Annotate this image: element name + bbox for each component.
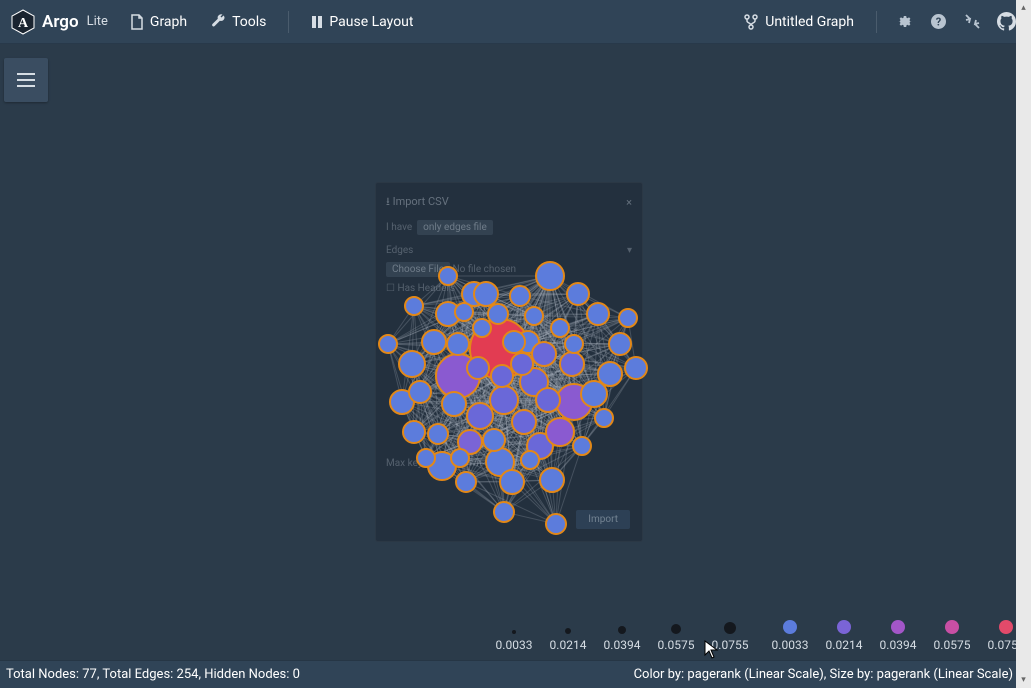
status-bar: Total Nodes: 77, Total Edges: 254, Hidde… — [0, 660, 1031, 688]
dialog-max-label: Max keywords shown — [386, 458, 482, 469]
legend-color-dot — [783, 620, 797, 634]
app-name: Argo — [42, 12, 79, 32]
size-legend-step: 0.0575 — [657, 624, 695, 652]
help-button[interactable]: ? — [923, 7, 953, 37]
legend-size-label: 0.0394 — [604, 638, 641, 652]
status-left: Total Nodes: 77, Total Edges: 254, Hidde… — [6, 667, 300, 682]
legend-size-label: 0.0755 — [712, 638, 749, 652]
legend-size-label: 0.0214 — [550, 638, 587, 652]
legend-size-dot — [618, 626, 626, 634]
legend-color-dot — [945, 620, 959, 634]
legend-color-dot — [891, 620, 905, 634]
app-logo-icon: A — [10, 9, 36, 35]
dialog-no-file: No file chosen — [453, 264, 517, 275]
app-logo[interactable]: A Argo Lite — [10, 9, 116, 35]
size-legend-step: 0.0033 — [495, 630, 533, 652]
menu-graph-label: Graph — [150, 14, 187, 30]
legend-color-dot — [999, 620, 1013, 634]
color-legend-step: 0.0575 — [933, 620, 971, 652]
size-legend-step: 0.0394 — [603, 626, 641, 652]
dialog-choose-file[interactable]: Choose File — [386, 262, 450, 277]
graph-title[interactable]: Untitled Graph — [733, 8, 864, 36]
status-hidden-label: , Hidden Nodes: — [198, 667, 292, 682]
scroll-down-icon[interactable]: ▾ — [1016, 672, 1031, 688]
dialog-max-value[interactable]: All Nodes — [487, 456, 542, 471]
size-legend-step: 0.0755 — [711, 622, 749, 652]
graph-canvas[interactable]: ⭳ Import CSV × I have only edges file Ed… — [0, 44, 1031, 660]
legend-size-dot — [565, 628, 571, 634]
header-right: Untitled Graph ? — [733, 7, 1021, 37]
size-legend: 0.0033 0.0214 0.0394 0.0575 0.0755 — [495, 622, 749, 652]
gear-icon — [896, 13, 913, 30]
collapse-button[interactable] — [957, 7, 987, 37]
legend-color-label: 0.0214 — [826, 638, 863, 652]
menu-divider — [288, 11, 289, 33]
legend-color-label: 0.0033 — [772, 638, 809, 652]
menu-tools-label: Tools — [232, 14, 266, 30]
settings-button[interactable] — [889, 7, 919, 37]
status-mapping: Color by: pagerank (Linear Scale), Size … — [634, 667, 1013, 682]
legend-color-label: 0.0575 — [934, 638, 971, 652]
help-icon: ? — [930, 13, 947, 30]
color-legend: 0.00330.02140.03940.05750.0755 — [771, 620, 1025, 652]
dialog-section: Edges — [386, 245, 413, 256]
header-divider — [876, 11, 877, 33]
legend-size-dot — [512, 630, 516, 634]
collapse-icon — [965, 14, 980, 29]
branch-icon — [743, 14, 759, 30]
svg-text:?: ? — [935, 16, 941, 29]
close-icon[interactable]: × — [626, 196, 632, 209]
pause-icon — [311, 15, 323, 29]
file-icon — [130, 14, 144, 30]
color-legend-step: 0.0214 — [825, 620, 863, 652]
legend-color-dot — [837, 620, 851, 634]
menu-pause-layout[interactable]: Pause Layout — [301, 8, 423, 36]
status-hidden: 0 — [293, 667, 300, 682]
status-nodes: 77 — [82, 667, 97, 682]
legend-size-dot — [724, 622, 736, 634]
app-suffix: Lite — [87, 14, 108, 29]
legend-size-label: 0.0033 — [496, 638, 533, 652]
import-csv-dialog: ⭳ Import CSV × I have only edges file Ed… — [375, 182, 643, 542]
status-edges-label: , Total Edges: — [97, 667, 177, 682]
scroll-up-icon[interactable]: ▴ — [1016, 0, 1031, 16]
status-right[interactable]: Color by: pagerank (Linear Scale), Size … — [634, 667, 1027, 682]
legend-size-label: 0.0575 — [658, 638, 695, 652]
dialog-ihave-value[interactable]: only edges file — [417, 220, 493, 235]
github-icon — [997, 12, 1016, 31]
color-legend-step: 0.0033 — [771, 620, 809, 652]
dialog-import-button[interactable]: Import — [576, 510, 630, 529]
status-nodes-label: Total Nodes: — [6, 667, 82, 682]
dialog-ihave-label: I have — [386, 222, 412, 233]
legend-color-label: 0.0394 — [880, 638, 917, 652]
window-scrollbar[interactable]: ▴ ▾ — [1016, 0, 1031, 688]
wrench-icon — [211, 14, 226, 29]
menu-tools[interactable]: Tools — [201, 8, 276, 36]
legend-size-dot — [671, 624, 681, 634]
size-legend-step: 0.0214 — [549, 628, 587, 652]
menu-graph[interactable]: Graph — [120, 8, 197, 36]
color-legend-step: 0.0394 — [879, 620, 917, 652]
dialog-has-headers[interactable]: Has Headers — [397, 283, 455, 294]
menu-pause-label: Pause Layout — [329, 14, 413, 30]
dialog-title: Import CSV — [393, 195, 449, 208]
status-edges: 254 — [177, 667, 199, 682]
graph-title-label: Untitled Graph — [765, 14, 854, 30]
header: A Argo Lite Graph Tools Pause Layout Unt… — [0, 0, 1031, 44]
svg-text:A: A — [18, 16, 29, 31]
